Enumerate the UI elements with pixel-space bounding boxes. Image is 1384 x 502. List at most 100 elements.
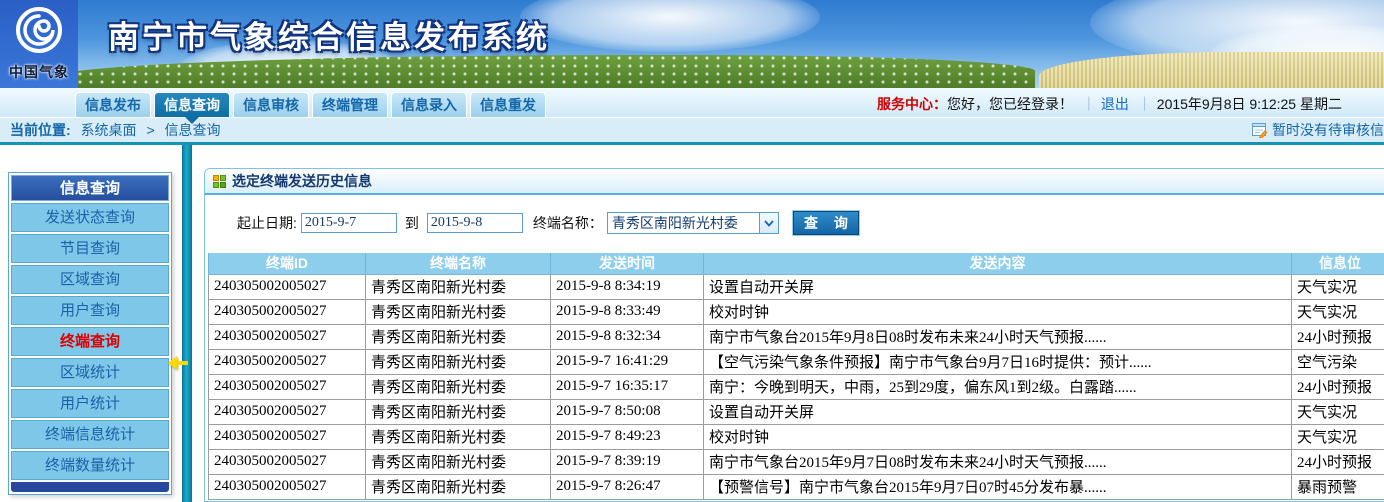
pending-review-icon	[1252, 123, 1268, 138]
table-cell: 青秀区南阳新光村委	[366, 374, 551, 399]
cloud-decoration	[520, 0, 820, 52]
table-row: 240305002005027青秀区南阳新光村委2015-9-8 8:34:19…	[209, 274, 1384, 299]
table-cell: 240305002005027	[209, 274, 366, 299]
sidebar-item-area-stats[interactable]: 区域统计	[11, 358, 169, 387]
table-cell: 240305002005027	[209, 349, 366, 374]
wheat-field-decoration	[1039, 52, 1384, 88]
table-cell: 南宁市气象台2015年9月8日08时发布未来24小时天气预报......	[704, 324, 1292, 349]
table-row: 240305002005027青秀区南阳新光村委2015-9-7 16:41:2…	[209, 349, 1384, 374]
panel-title: 选定终端发送历史信息	[232, 171, 372, 191]
table-cell: 2015-9-7 8:49:23	[551, 424, 704, 449]
table-cell: 天气实况	[1292, 424, 1384, 449]
sidebar-item-terminal-query[interactable]: 终端查询	[11, 327, 169, 356]
table-cell: 南宁：今晚到明天，中雨，25到29度，偏东风1到2级。白露踏......	[704, 374, 1292, 399]
table-cell: 240305002005027	[209, 299, 366, 324]
query-form: 起止日期: 到 终端名称： 青秀区南阳新光村委 查 询	[205, 195, 1384, 251]
table-row: 240305002005027青秀区南阳新光村委2015-9-7 8:50:08…	[209, 399, 1384, 424]
logout-link[interactable]: 退出	[1101, 96, 1129, 112]
table-cell: 240305002005027	[209, 399, 366, 424]
datetime-display: 2015年9月8日 9:12:25 星期二	[1157, 96, 1342, 112]
terminal-select[interactable]: 青秀区南阳新光村委	[607, 212, 779, 234]
sidebar-item-user-stats[interactable]: 用户统计	[11, 389, 169, 418]
modules-grid-icon	[213, 175, 226, 188]
table-cell: 暴雨预警	[1292, 474, 1384, 499]
table-cell: 【预警信号】南宁市气象台2015年9月7日07时45分发布暴......	[704, 474, 1292, 499]
sidebar-item-send-status-query[interactable]: 发送状态查询	[11, 203, 169, 232]
table-column-header: 发送内容	[704, 252, 1292, 274]
table-cell: 2015-9-7 8:50:08	[551, 399, 704, 424]
table-row: 240305002005027青秀区南阳新光村委2015-9-8 8:32:34…	[209, 324, 1384, 349]
table-column-header: 终端名称	[366, 252, 551, 274]
table-cell: 24小时预报	[1292, 449, 1384, 474]
table-cell: 天气实况	[1292, 399, 1384, 424]
panel-title-bar: 选定终端发送历史信息	[205, 169, 1384, 195]
sidebar-item-program-query[interactable]: 节目查询	[11, 234, 169, 263]
table-cell: 240305002005027	[209, 474, 366, 499]
service-center-label: 服务中心：	[877, 96, 947, 112]
table-cell: 【空气污染气象条件预报】南宁市气象台9月7日16时提供：预计......	[704, 349, 1292, 374]
history-panel: 选定终端发送历史信息 起止日期: 到 终端名称： 青秀区南阳新光村委 查 询 终…	[204, 168, 1384, 502]
table-cell: 青秀区南阳新光村委	[366, 299, 551, 324]
app-banner: 中国气象 南宁市气象综合信息发布系统	[0, 0, 1384, 88]
table-row: 240305002005027青秀区南阳新光村委2015-9-7 8:39:19…	[209, 449, 1384, 474]
table-cell: 青秀区南阳新光村委	[366, 399, 551, 424]
separator: ｜	[1138, 96, 1152, 112]
table-cell: 青秀区南阳新光村委	[366, 349, 551, 374]
table-cell: 青秀区南阳新光村委	[366, 274, 551, 299]
cma-spiral-logo-icon	[13, 4, 65, 56]
chevron-down-icon[interactable]	[759, 213, 778, 233]
table-cell: 设置自动开关屏	[704, 274, 1292, 299]
date-range-label: 起止日期:	[237, 213, 297, 233]
query-button[interactable]: 查 询	[793, 211, 859, 235]
table-cell: 2015-9-7 8:39:19	[551, 449, 704, 474]
breadcrumb-root[interactable]: 系统桌面	[81, 122, 137, 138]
table-cell: 天气实况	[1292, 274, 1384, 299]
session-info: 服务中心：您好，您已经登录！ ｜ 退出 ｜ 2015年9月8日 9:12:25 星期…	[877, 94, 1342, 114]
pending-review-notice: 暂时没有待审核信息	[1252, 118, 1384, 142]
nav-tab-info-query[interactable]: 信息查询	[154, 92, 230, 117]
nav-tab-info-publish[interactable]: 信息发布	[75, 92, 151, 117]
nav-tab-info-resend[interactable]: 信息重发	[470, 92, 546, 117]
nav-tab-info-entry[interactable]: 信息录入	[391, 92, 467, 117]
page-body: 信息查询 发送状态查询节目查询区域查询用户查询终端查询区域统计用户统计终端信息统…	[0, 145, 1384, 502]
sidebar-item-user-query[interactable]: 用户查询	[11, 296, 169, 325]
table-header-row: 终端ID终端名称发送时间发送内容信息位	[209, 252, 1384, 274]
table-cell: 2015-9-7 16:35:17	[551, 374, 704, 399]
table-cell: 天气实况	[1292, 299, 1384, 324]
nav-tab-info-audit[interactable]: 信息审核	[233, 92, 309, 117]
sidebar-divider	[182, 145, 192, 502]
breadcrumb-bar: 当前位置: 系统桌面 > 信息查询 暂时没有待审核信息	[0, 118, 1384, 142]
terminal-select-value: 青秀区南阳新光村委	[608, 213, 759, 233]
sidebar-header: 信息查询	[11, 175, 169, 201]
date-to-input[interactable]	[427, 213, 523, 233]
table-cell: 24小时预报	[1292, 374, 1384, 399]
table-cell: 青秀区南阳新光村委	[366, 474, 551, 499]
sidebar-item-terminal-count-stats[interactable]: 终端数量统计	[11, 451, 169, 480]
table-row: 240305002005027青秀区南阳新光村委2015-9-7 8:26:47…	[209, 474, 1384, 499]
breadcrumb-label: 当前位置:	[10, 122, 71, 138]
table-row: 240305002005027青秀区南阳新光村委2015-9-7 8:49:23…	[209, 424, 1384, 449]
sidebar-item-terminal-info-stats[interactable]: 终端信息统计	[11, 420, 169, 449]
separator: ｜	[1082, 96, 1096, 112]
pending-review-text: 暂时没有待审核信息	[1272, 118, 1384, 142]
table-cell: 青秀区南阳新光村委	[366, 449, 551, 474]
table-cell: 校对时钟	[704, 424, 1292, 449]
sidebar-footer-bar	[11, 482, 169, 492]
app-title: 南宁市气象综合信息发布系统	[108, 12, 550, 57]
cma-logo-block: 中国气象	[0, 0, 78, 88]
nav-tab-terminal-mgmt[interactable]: 终端管理	[312, 92, 388, 117]
terminal-name-label: 终端名称：	[533, 213, 603, 233]
to-label: 到	[405, 213, 419, 233]
table-row: 240305002005027青秀区南阳新光村委2015-9-8 8:33:49…	[209, 299, 1384, 324]
table-column-header: 信息位	[1292, 252, 1384, 274]
table-column-header: 发送时间	[551, 252, 704, 274]
table-column-header: 终端ID	[209, 252, 366, 274]
table-cell: 南宁市气象台2015年9月7日08时发布未来24小时天气预报......	[704, 449, 1292, 474]
table-cell: 设置自动开关屏	[704, 399, 1292, 424]
table-cell: 2015-9-8 8:33:49	[551, 299, 704, 324]
date-from-input[interactable]	[301, 213, 397, 233]
sidebar-collapse-arrow-icon[interactable]	[168, 356, 190, 370]
table-cell: 2015-9-7 8:26:47	[551, 474, 704, 499]
login-greeting: 您好，您已经登录！	[947, 96, 1073, 112]
sidebar-item-area-query[interactable]: 区域查询	[11, 265, 169, 294]
